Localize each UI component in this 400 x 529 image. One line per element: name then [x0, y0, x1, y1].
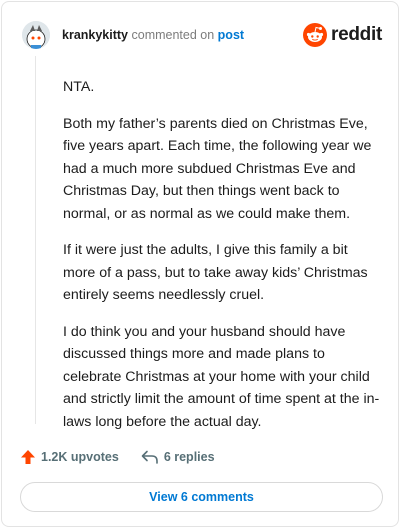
reply-count: 6 replies	[163, 450, 215, 464]
comment-paragraph: NTA.	[63, 79, 95, 95]
post-link[interactable]: post	[218, 28, 244, 42]
comment-card: krankykitty commented on post reddit NTA…	[1, 1, 399, 527]
upvote-count: 1.2K upvotes	[41, 450, 119, 464]
username-link[interactable]: krankykitty	[62, 28, 128, 42]
comment-body: NTA. Both my father’s parents died on Ch…	[63, 76, 381, 447]
thread-line[interactable]	[35, 56, 36, 424]
comment-paragraph: If it were just the adults, I give this …	[63, 242, 368, 303]
comment-header: krankykitty commented on post reddit	[22, 18, 382, 52]
reply-arrow-icon	[141, 450, 158, 464]
comment-paragraph: I do think you and your husband should h…	[63, 323, 380, 430]
upvote-button[interactable]: 1.2K upvotes	[20, 449, 119, 465]
comment-paragraph: Both my father’s parents died on Christm…	[63, 115, 372, 222]
upvote-arrow-icon	[21, 450, 35, 464]
comment-actions: 1.2K upvotes 6 replies	[20, 446, 382, 468]
reply-button[interactable]: 6 replies	[141, 449, 215, 465]
reddit-brand[interactable]: reddit	[303, 23, 382, 47]
reddit-logo-icon	[303, 23, 328, 47]
reddit-wordmark: reddit	[331, 24, 382, 45]
view-comments-button[interactable]: View 6 comments	[20, 482, 383, 512]
comment-meta: krankykitty commented on post	[62, 28, 244, 42]
snoo-avatar-icon	[22, 21, 50, 49]
commented-on-text: commented on	[131, 28, 215, 42]
avatar[interactable]	[22, 21, 50, 49]
